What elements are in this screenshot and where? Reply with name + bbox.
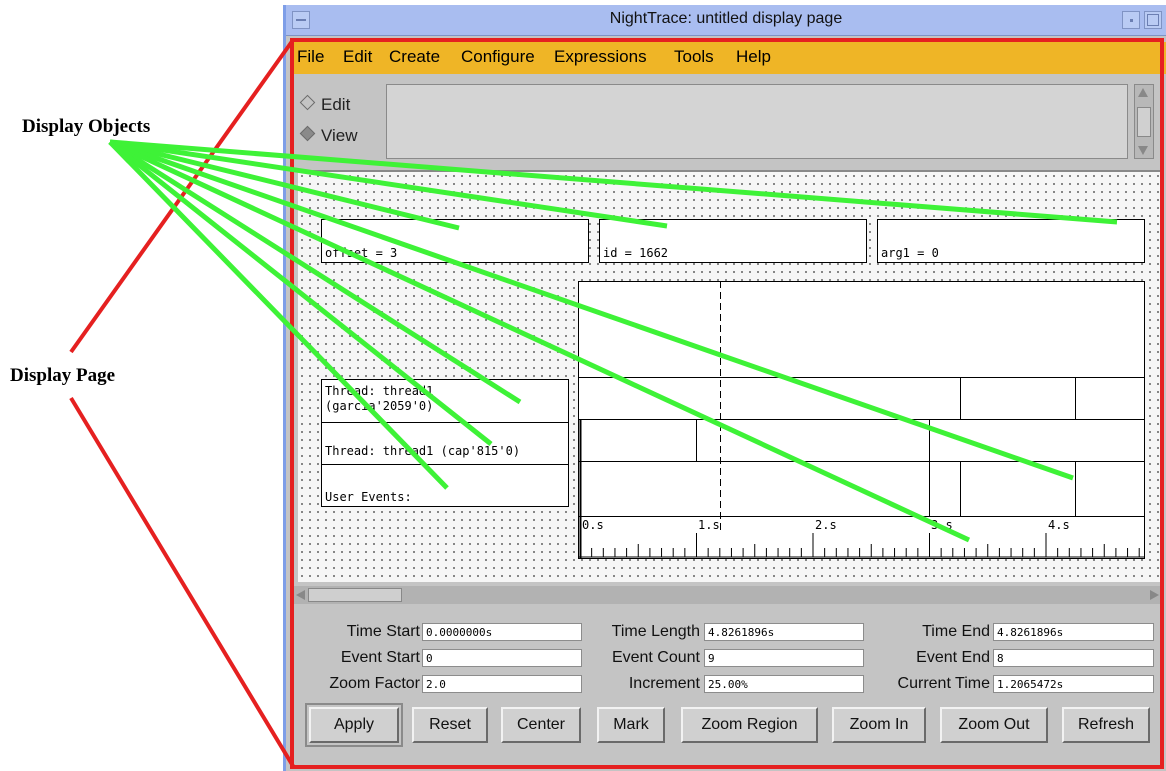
timeline-graph: 0.s 1.s 2.s 3.s 4.s: [578, 281, 1145, 559]
id-display-object[interactable]: id = 1662: [599, 219, 867, 263]
display-page[interactable]: offset = 3 id = 1662 arg1 = 0 Thread: th…: [298, 170, 1163, 582]
id-value: id = 1662: [603, 246, 669, 260]
offset-value: offset = 3: [325, 246, 398, 260]
tick-label-2: 2.s: [815, 518, 837, 532]
menu-expressions[interactable]: Expressions: [554, 47, 647, 67]
mark-button[interactable]: Mark: [597, 707, 665, 743]
increment-field[interactable]: 25.00%: [704, 675, 864, 693]
time-length-label: Time Length: [611, 623, 700, 640]
timeline-display-object[interactable]: 0.s 1.s 2.s 3.s 4.s: [578, 281, 1145, 559]
radio-diamond-selected-icon: [299, 125, 316, 142]
view-mode-label: View: [321, 126, 358, 145]
time-start-label: Time Start: [346, 623, 420, 640]
user-events-label: User Events:: [325, 490, 412, 504]
increment-label: Increment: [628, 675, 700, 692]
time-start-field[interactable]: 0.0000000s: [422, 623, 582, 641]
timeline-ruler: [578, 533, 1145, 558]
tick-label-1: 1.s: [698, 518, 720, 532]
display-page-annotation: Display Page: [10, 365, 116, 386]
event-end-field[interactable]: 8: [993, 649, 1154, 667]
menu-create[interactable]: Create: [389, 47, 440, 67]
zoom-out-button[interactable]: Zoom Out: [940, 707, 1048, 743]
time-length-field[interactable]: 4.8261896s: [704, 623, 864, 641]
event-start-field[interactable]: 0: [422, 649, 582, 667]
thread1-label-line2: (garcia'2059'0): [325, 399, 434, 413]
mode-panel: Edit View: [294, 81, 1154, 166]
menu-file[interactable]: File: [297, 47, 324, 67]
current-time-field[interactable]: 1.2065472s: [993, 675, 1154, 693]
menu-configure[interactable]: Configure: [461, 47, 535, 67]
scrollbar-thumb[interactable]: [1137, 107, 1151, 137]
tick-label-4: 4.s: [1048, 518, 1070, 532]
refresh-button[interactable]: Refresh: [1062, 707, 1150, 743]
offset-display-object[interactable]: offset = 3: [321, 219, 589, 263]
thread-labels-object[interactable]: Thread: thread1 (garcia'2059'0) Thread: …: [321, 379, 569, 507]
radio-diamond-icon: [299, 94, 316, 111]
maximize-button[interactable]: [1144, 11, 1162, 29]
scroll-down-arrow-icon[interactable]: [1138, 146, 1148, 155]
display-page-hscrollbar[interactable]: [294, 586, 1163, 604]
window-title: NightTrace: untitled display page: [609, 10, 843, 27]
event-end-label: Event End: [916, 649, 990, 666]
title-bar: NightTrace: untitled display page: [286, 5, 1166, 36]
row-divider: [322, 422, 568, 423]
scroll-right-arrow-icon[interactable]: [1150, 590, 1159, 600]
zoom-factor-label: Zoom Factor: [329, 675, 420, 692]
scroll-left-arrow-icon[interactable]: [296, 590, 305, 600]
menu-edit[interactable]: Edit: [343, 47, 372, 67]
arg1-value: arg1 = 0: [881, 246, 939, 260]
zoom-factor-field[interactable]: 2.0: [422, 675, 582, 693]
zoom-in-button[interactable]: Zoom In: [832, 707, 926, 743]
scroll-up-arrow-icon[interactable]: [1138, 88, 1148, 97]
current-time-label: Current Time: [897, 675, 990, 692]
tick-label-0: 0.s: [582, 518, 604, 532]
time-end-field[interactable]: 4.8261896s: [993, 623, 1154, 641]
event-count-field[interactable]: 9: [704, 649, 864, 667]
edit-mode-label: Edit: [321, 95, 351, 114]
thread2-label: Thread: thread1 (cap'815'0): [325, 444, 521, 458]
thread1-label-line1: Thread: thread1: [325, 384, 434, 398]
display-page-pointer-line: [69, 38, 295, 354]
display-page-pointer-line: [69, 396, 295, 768]
time-end-label: Time End: [922, 623, 990, 640]
row-divider: [322, 464, 568, 465]
reset-button[interactable]: Reset: [412, 707, 488, 743]
scrollbar-thumb[interactable]: [308, 588, 402, 602]
thread1-label: Thread: thread1 (garcia'2059'0): [325, 384, 433, 414]
edit-mode-radio[interactable]: Edit: [299, 94, 351, 115]
event-start-label: Event Start: [340, 649, 420, 666]
menu-help[interactable]: Help: [736, 47, 771, 67]
tick-label-3: 3.s: [931, 518, 953, 532]
nighttrace-window: NightTrace: untitled display page File E…: [283, 5, 1166, 771]
apply-button[interactable]: Apply: [305, 703, 403, 747]
message-area[interactable]: [386, 84, 1128, 159]
center-button[interactable]: Center: [501, 707, 581, 743]
menu-tools[interactable]: Tools: [674, 47, 714, 67]
menu-bar: File Edit Create Configure Expressions T…: [294, 42, 1166, 74]
view-mode-radio[interactable]: View: [299, 125, 358, 146]
zoom-region-button[interactable]: Zoom Region: [681, 707, 818, 743]
minimize-button[interactable]: [1122, 11, 1140, 29]
arg1-display-object[interactable]: arg1 = 0: [877, 219, 1145, 263]
event-count-label: Event Count: [611, 649, 700, 666]
display-objects-annotation: Display Objects: [22, 116, 151, 137]
message-area-scrollbar[interactable]: [1134, 84, 1154, 159]
